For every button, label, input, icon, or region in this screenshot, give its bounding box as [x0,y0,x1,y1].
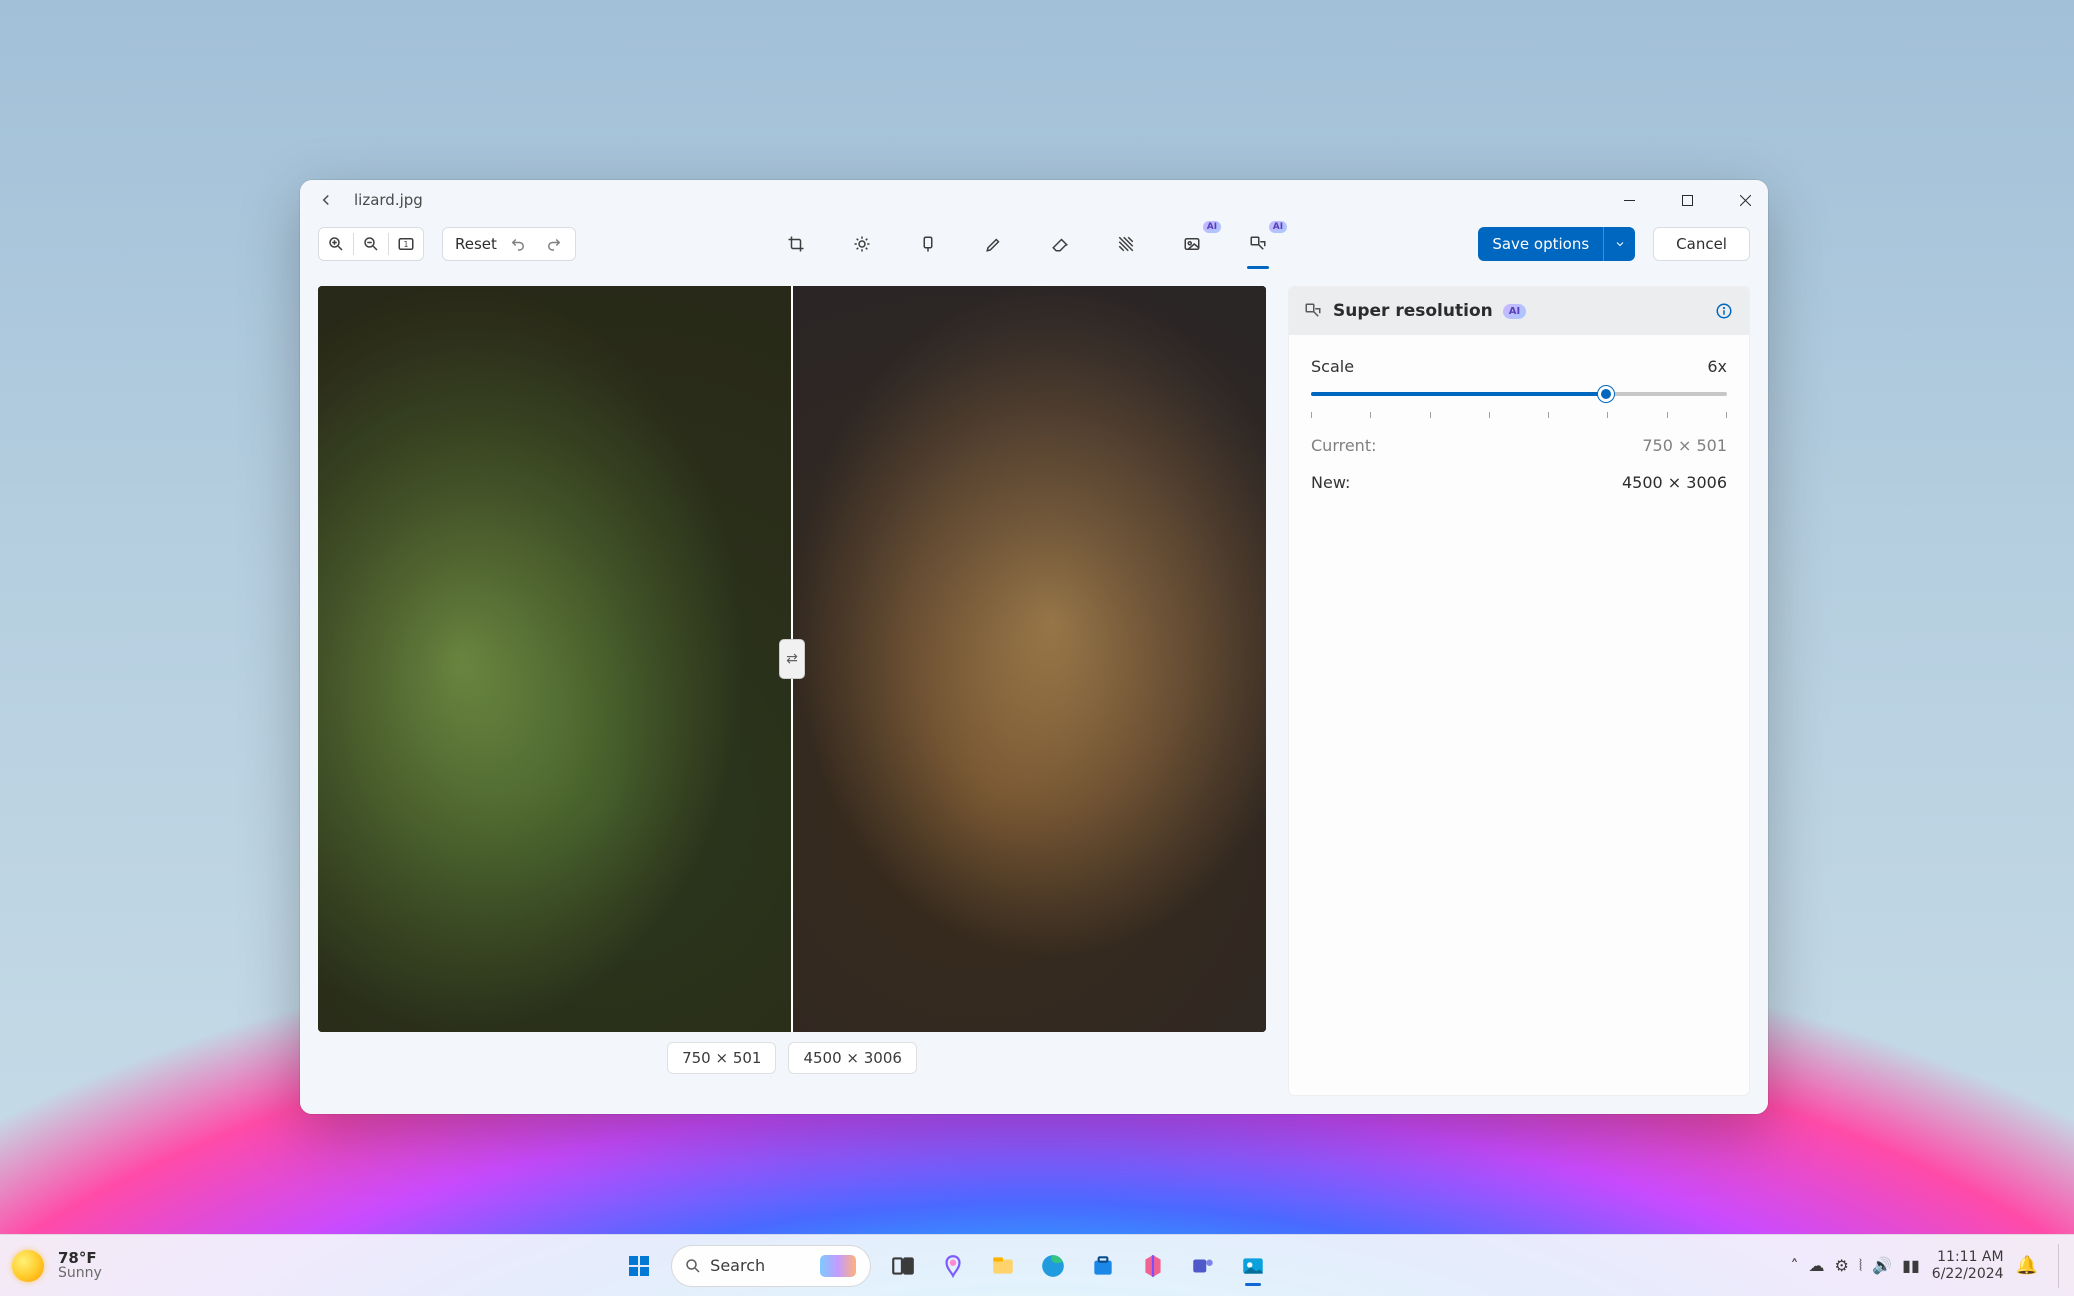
store-pinned[interactable] [1081,1244,1125,1288]
copilot-pinned[interactable] [931,1244,975,1288]
new-label: New: [1311,473,1350,492]
image-before [318,286,792,1032]
clock-time: 11:11 AM [1937,1249,2003,1265]
new-value: 4500 × 3006 [1622,473,1727,492]
search-label: Search [710,1256,765,1275]
panel-header: Super resolution AI [1289,287,1749,335]
taskbar: 78°F Sunny Search [0,1234,2074,1296]
after-dimensions: 4500 × 3006 [788,1042,916,1074]
taskbar-search[interactable]: Search [671,1245,871,1287]
scale-value: 6x [1707,357,1727,376]
battery-icon[interactable]: ▮▮ [1902,1256,1920,1275]
image-canvas-wrap: ⇄ 750 × 501 4500 × 3006 [318,286,1266,1096]
weather-icon [12,1250,44,1282]
ai-chip: AI [1503,304,1526,319]
scale-slider-ticks [1311,412,1727,418]
zoom-group: 1 [318,227,424,261]
scale-slider-thumb[interactable] [1598,386,1614,402]
teams-pinned[interactable] [1181,1244,1225,1288]
cloud-icon[interactable]: ☁ [1809,1256,1825,1275]
markup-tool[interactable] [977,227,1011,261]
show-desktop[interactable] [2058,1244,2062,1288]
info-icon[interactable] [1713,300,1735,322]
zoom-out-button[interactable] [354,228,388,260]
current-label: Current: [1311,436,1376,455]
adjust-tool[interactable] [845,227,879,261]
swap-icon: ⇄ [786,651,798,667]
system-tray[interactable]: ˄ ☁ ⚙ ⦚ 🔊 ▮▮ [1791,1256,1920,1276]
maximize-button[interactable] [1664,180,1710,220]
image-comparison-stage[interactable]: ⇄ [318,286,1266,1032]
tray-chevron-icon[interactable]: ˄ [1791,1256,1799,1275]
m365-pinned[interactable] [1131,1244,1175,1288]
editor-body: ⇄ 750 × 501 4500 × 3006 Super resolution… [300,268,1768,1114]
scale-slider[interactable] [1311,392,1727,396]
start-button[interactable] [617,1244,661,1288]
reset-button[interactable]: Reset [455,235,497,253]
back-button[interactable] [310,184,342,216]
weather-widget[interactable]: 78°F Sunny [58,1250,102,1282]
minimize-button[interactable] [1606,180,1652,220]
filter-tool[interactable] [911,227,945,261]
comparison-slider-handle[interactable]: ⇄ [779,639,805,679]
weather-temp: 78°F [58,1250,102,1267]
super-resolution-icon [1303,301,1323,321]
settings-sync-icon[interactable]: ⚙ [1835,1256,1849,1275]
image-after [792,286,1266,1032]
svg-text:1: 1 [404,240,409,249]
scale-label: Scale [1311,357,1354,376]
edge-pinned[interactable] [1031,1244,1075,1288]
scale-row: Scale 6x [1311,357,1727,418]
dimension-pills: 750 × 501 4500 × 3006 [667,1042,917,1074]
cancel-label: Cancel [1676,235,1727,253]
search-highlight-icon [820,1255,856,1277]
desktop-wallpaper: lizard.jpg [0,0,2074,1296]
super-resolution-panel: Super resolution AI Scale 6x [1288,286,1750,1096]
volume-icon[interactable]: 🔊 [1872,1256,1892,1275]
generative-tool[interactable]: AI [1175,227,1209,261]
redo-button[interactable] [539,229,569,259]
taskbar-center: Search [617,1244,1275,1288]
erase-tool[interactable] [1043,227,1077,261]
current-value: 750 × 501 [1642,436,1727,455]
super-resolution-tool[interactable]: AI [1241,227,1275,261]
photos-app-window: lizard.jpg [300,180,1768,1114]
ai-badge-icon: AI [1203,221,1221,233]
before-dimensions: 750 × 501 [667,1042,776,1074]
edit-tools: AI AI [779,227,1275,261]
explorer-pinned[interactable] [981,1244,1025,1288]
titlebar: lizard.jpg [300,180,1768,220]
save-label: Save options [1478,235,1603,253]
background-tool[interactable] [1109,227,1143,261]
zoom-fit-button[interactable]: 1 [389,228,423,260]
chevron-down-icon [1603,227,1635,261]
reset-group: Reset [442,227,576,261]
editor-toolbar: 1 Reset [300,220,1768,268]
close-button[interactable] [1722,180,1768,220]
wifi-icon[interactable]: ⦚ [1859,1256,1862,1276]
save-options-button[interactable]: Save options [1478,227,1635,261]
crop-tool[interactable] [779,227,813,261]
cancel-button[interactable]: Cancel [1653,227,1750,261]
zoom-in-button[interactable] [319,228,353,260]
task-view-button[interactable] [881,1244,925,1288]
panel-title: Super resolution [1333,301,1493,321]
panel-body: Scale 6x Current: 750 × 501 [1289,335,1749,514]
undo-button[interactable] [503,229,533,259]
taskbar-right: ˄ ☁ ⚙ ⦚ 🔊 ▮▮ 11:11 AM 6/22/2024 🔔 [1791,1244,2062,1288]
notifications-icon[interactable]: 🔔 [2016,1255,2038,1276]
clock[interactable]: 11:11 AM 6/22/2024 [1932,1249,2004,1281]
clock-date: 6/22/2024 [1932,1266,2004,1282]
window-title: lizard.jpg [354,191,423,209]
ai-badge-icon: AI [1269,221,1287,233]
photos-app-pinned[interactable] [1231,1244,1275,1288]
taskbar-left[interactable]: 78°F Sunny [12,1250,102,1282]
weather-condition: Sunny [58,1266,102,1281]
